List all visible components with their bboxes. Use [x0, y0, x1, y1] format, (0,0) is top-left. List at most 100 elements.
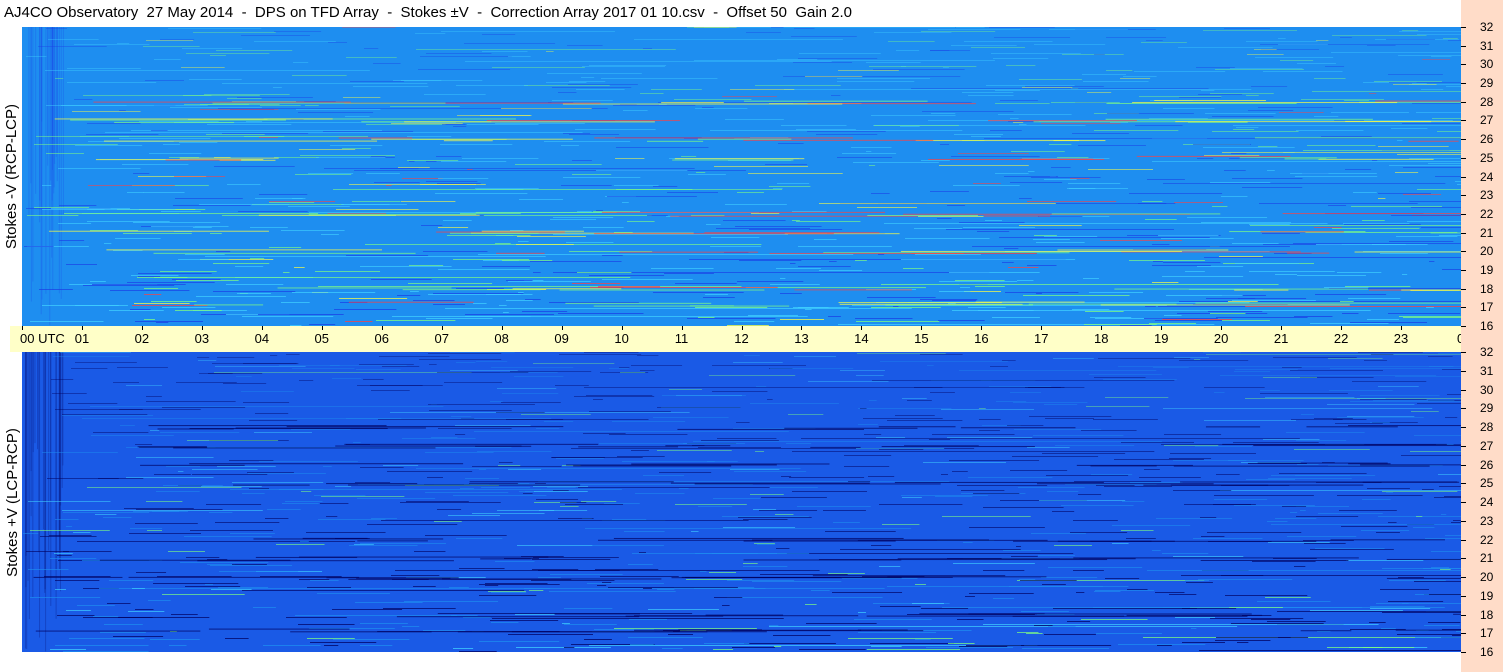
interference-line: [28, 501, 111, 502]
interference-line: [986, 85, 1075, 86]
band-line: [743, 139, 934, 141]
interference-line: [133, 222, 221, 223]
interference-line: [93, 432, 149, 433]
interference-line: [1174, 202, 1223, 203]
streak: [28, 352, 30, 620]
band-line: [1012, 615, 1248, 617]
interference-line: [1185, 580, 1210, 581]
interference-line: [1398, 55, 1461, 56]
interference-line: [780, 293, 802, 294]
interference-line: [491, 622, 519, 623]
interference-line: [609, 434, 688, 435]
interference-line: [57, 555, 72, 556]
band-line: [1284, 158, 1327, 160]
interference-line: [295, 615, 478, 616]
interference-line: [798, 246, 892, 247]
interference-line: [1388, 74, 1443, 75]
interference-line: [1388, 522, 1397, 523]
interference-line: [1028, 171, 1035, 172]
interference-line: [770, 487, 818, 488]
freq-tick: [1461, 502, 1466, 503]
interference-line: [1002, 360, 1016, 361]
band-line: [1073, 557, 1359, 559]
band-line: [1234, 289, 1289, 291]
interference-line: [989, 27, 1055, 28]
interference-line: [1130, 482, 1183, 483]
interference-line: [495, 561, 535, 562]
interference-line: [701, 440, 779, 441]
interference-line: [485, 583, 548, 584]
interference-line: [1412, 103, 1461, 104]
interference-line: [366, 173, 400, 174]
time-tick-label: 07: [434, 331, 449, 346]
interference-line: [1139, 477, 1201, 478]
interference-line: [938, 320, 985, 321]
band-line: [838, 302, 1002, 304]
interference-line: [1325, 66, 1345, 67]
interference-line: [760, 574, 848, 575]
interference-line: [1212, 206, 1228, 207]
interference-line: [105, 132, 583, 133]
interference-line: [1367, 319, 1399, 320]
interference-line: [635, 493, 685, 494]
interference-line: [1010, 182, 1063, 183]
interference-line: [1093, 419, 1158, 420]
interference-line: [210, 55, 226, 56]
interference-line: [1216, 474, 1240, 475]
interference-line: [371, 156, 386, 157]
interference-line: [274, 157, 319, 158]
interference-line: [589, 65, 667, 66]
interference-line: [601, 78, 718, 79]
interference-line: [879, 504, 963, 505]
interference-line: [607, 196, 697, 197]
interference-line: [364, 48, 379, 49]
interference-line: [1083, 278, 1099, 279]
interference-line: [855, 260, 867, 261]
interference-line: [1401, 455, 1461, 456]
interference-line: [24, 246, 54, 247]
band-line: [1348, 463, 1391, 465]
interference-line: [255, 413, 289, 414]
interference-line: [602, 279, 693, 280]
interference-line: [1341, 526, 1408, 527]
freq-tick-label: 26: [1480, 132, 1494, 147]
interference-line: [1078, 494, 1102, 495]
interference-line: [904, 445, 979, 446]
interference-line: [138, 273, 212, 274]
interference-line: [298, 624, 355, 625]
interference-line: [456, 362, 476, 363]
interference-line: [879, 566, 901, 567]
interference-line: [86, 134, 159, 135]
interference-line: [359, 364, 414, 365]
interference-line: [232, 482, 324, 483]
interference-line: [438, 178, 489, 179]
interference-line: [1396, 236, 1458, 237]
interference-line: [1011, 556, 1038, 557]
interference-line: [146, 501, 183, 502]
interference-line: [1221, 196, 1248, 197]
interference-line: [1290, 370, 1383, 371]
interference-line: [858, 424, 878, 425]
interference-line: [558, 92, 577, 93]
interference-line: [91, 435, 174, 436]
interference-line: [995, 173, 1029, 174]
band-line: [1395, 629, 1461, 631]
interference-line: [1139, 96, 1222, 97]
interference-line: [176, 280, 239, 281]
interference-line: [992, 317, 1040, 318]
interference-line: [433, 304, 466, 305]
interference-line: [1198, 579, 1293, 580]
interference-line: [57, 615, 95, 616]
interference-line: [1152, 265, 1211, 266]
interference-line: [915, 584, 926, 585]
interference-line: [212, 363, 297, 364]
interference-line: [1439, 486, 1461, 487]
interference-line: [162, 407, 246, 408]
interference-line: [433, 293, 524, 294]
interference-line: [1279, 473, 1367, 474]
interference-line: [69, 638, 145, 639]
interference-line: [495, 243, 511, 244]
interference-line: [738, 517, 812, 518]
interference-line: [119, 110, 126, 111]
interference-line: [1201, 536, 1225, 537]
